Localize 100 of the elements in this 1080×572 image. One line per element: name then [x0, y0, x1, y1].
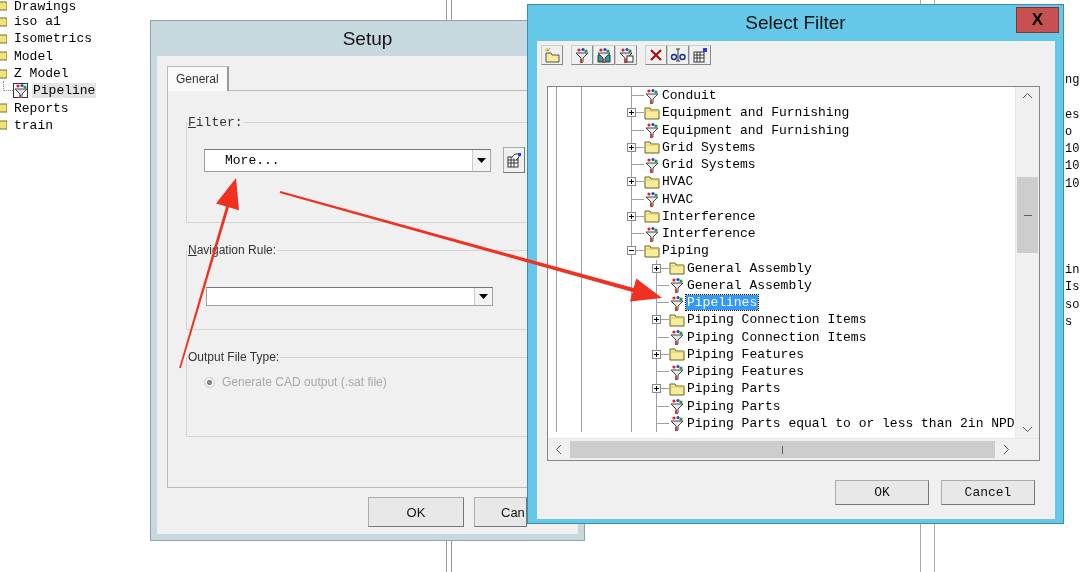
toolbar-button[interactable]	[667, 45, 689, 65]
folder-icon	[0, 103, 7, 114]
window-title: Setup	[342, 27, 393, 51]
filter-icon	[644, 191, 660, 208]
properties-icon	[506, 152, 522, 168]
tree-item[interactable]: HVAC	[661, 191, 695, 207]
tree-item[interactable]: Grid Systems	[661, 157, 757, 173]
dropdown[interactable]: More...	[204, 148, 491, 172]
tree-item[interactable]: iso a1	[13, 14, 62, 30]
window-title: Select Filter	[745, 11, 846, 35]
radio-label: Generate CAD output (.sat file)	[222, 375, 387, 389]
rename-icon	[670, 47, 686, 63]
tree-item[interactable]: HVAC	[661, 174, 695, 190]
properties-button[interactable]	[503, 147, 525, 173]
scrollbar[interactable]	[548, 438, 1039, 460]
folder-icon	[0, 68, 7, 79]
folder-icon	[644, 173, 660, 190]
filter-icon	[644, 156, 660, 173]
toolbar-button[interactable]	[593, 45, 615, 65]
toolbar-button[interactable]	[571, 45, 593, 65]
folder-icon	[644, 242, 660, 259]
tree-item[interactable]: Interference	[661, 208, 757, 224]
tree-item[interactable]: Piping Parts equal to or less than 2in NPD	[686, 415, 1015, 431]
delete-icon	[648, 47, 664, 63]
dialog-button[interactable]: Can	[474, 497, 527, 527]
tree-item[interactable]: Piping Connection Items	[686, 312, 868, 328]
tree-item[interactable]: Piping Features	[686, 346, 806, 362]
expand-icon[interactable]	[652, 263, 661, 273]
filter-icon	[644, 122, 660, 139]
expand-icon[interactable]	[627, 211, 636, 221]
expand-icon[interactable]	[627, 177, 636, 187]
text-fragment: so	[1065, 296, 1080, 314]
text-fragment: 10	[1065, 175, 1080, 193]
tree-item[interactable]: Grid Systems	[661, 139, 757, 155]
scrollbar-thumb[interactable]	[1017, 177, 1038, 253]
tree-item[interactable]: train	[13, 117, 54, 133]
scrollbar[interactable]	[1015, 87, 1039, 439]
text-fragment: 10	[1065, 158, 1080, 176]
text-fragment: in	[1065, 262, 1080, 280]
tree-item[interactable]: Reports	[13, 100, 70, 116]
folder-icon	[669, 260, 685, 277]
text-fragment: o	[1065, 123, 1074, 141]
tree-item[interactable]: General Assembly	[686, 277, 813, 293]
filter-icon	[618, 47, 634, 63]
tree-item[interactable]: Isometrics	[13, 31, 93, 47]
expand-icon[interactable]	[652, 315, 661, 325]
filter-icon	[13, 83, 28, 99]
folder-icon	[0, 51, 7, 62]
tree-item[interactable]: Equipment and Furnishing	[661, 105, 851, 121]
folder-icon	[644, 104, 660, 121]
text-fragment: es	[1065, 106, 1080, 124]
text-fragment: Is	[1065, 279, 1080, 297]
caret-icon	[479, 294, 488, 299]
expand-icon[interactable]	[652, 349, 661, 359]
tree-item[interactable]: General Assembly	[686, 260, 813, 276]
collapse-icon[interactable]	[627, 246, 636, 256]
expand-icon[interactable]	[652, 384, 661, 394]
folder-icon	[0, 33, 7, 44]
properties-icon	[692, 47, 708, 63]
folder-icon	[669, 380, 685, 397]
tree-item[interactable]: Piping	[661, 243, 710, 259]
folder-icon	[644, 208, 660, 225]
filter-icon	[644, 225, 660, 242]
filter-icon	[669, 329, 685, 346]
folder-icon	[0, 120, 7, 131]
folder-icon	[669, 346, 685, 363]
new-folder-icon	[544, 47, 560, 63]
tab[interactable]: General	[167, 66, 229, 91]
toolbar-button[interactable]	[615, 45, 637, 65]
text-fragment: 10	[1065, 141, 1080, 159]
close-button[interactable]: X	[1016, 7, 1059, 33]
dialog-button[interactable]: Cancel	[941, 480, 1035, 505]
tree-item[interactable]: Pipeline	[32, 83, 97, 99]
folder-icon	[0, 1, 7, 11]
filter-icon	[669, 277, 685, 294]
filter-icon	[669, 294, 685, 311]
tree-item[interactable]: Z Model	[13, 66, 70, 82]
tree-item[interactable]: Interference	[661, 226, 757, 242]
text-fragment: ng	[1065, 72, 1080, 89]
scroll-right-icon	[1003, 445, 1009, 455]
tree-item[interactable]: Piping Features	[686, 364, 806, 380]
tree-item[interactable]: Drawings	[13, 0, 78, 14]
folder-icon	[669, 311, 685, 328]
folder-icon	[0, 16, 7, 27]
tree-item[interactable]: Conduit	[661, 88, 718, 104]
tree-item[interactable]: Piping Parts	[686, 398, 782, 414]
scrollbar-thumb[interactable]	[570, 441, 995, 458]
dialog-button[interactable]: OK	[368, 497, 464, 527]
tree-item[interactable]: Piping Parts	[686, 381, 782, 397]
tree-item[interactable]: Equipment and Furnishing	[661, 122, 851, 138]
expand-icon[interactable]	[627, 142, 636, 152]
toolbar-button[interactable]	[689, 45, 711, 65]
expand-icon[interactable]	[627, 108, 636, 118]
dropdown[interactable]	[206, 287, 493, 306]
tree-item[interactable]: Model	[13, 48, 54, 64]
tree-item[interactable]: Piping Connection Items	[686, 329, 868, 345]
scroll-up-icon	[1023, 93, 1032, 98]
dialog-button[interactable]: OK	[835, 480, 929, 505]
toolbar-button[interactable]	[645, 45, 667, 65]
filter-icon	[669, 398, 685, 415]
